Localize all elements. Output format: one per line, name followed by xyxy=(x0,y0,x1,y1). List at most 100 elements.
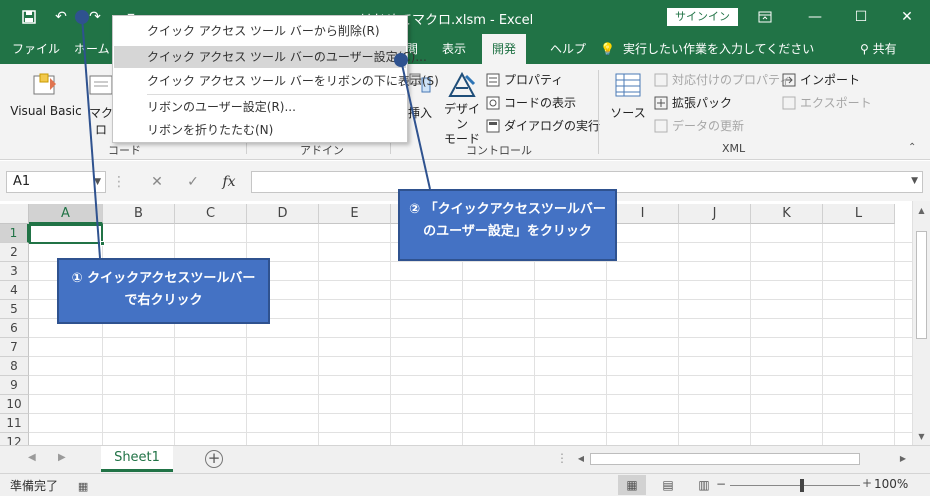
column-header-d[interactable]: D xyxy=(247,204,319,224)
horizontal-scrollbar[interactable]: ◀ ▶ xyxy=(574,451,910,467)
gridline-vertical xyxy=(894,224,895,445)
column-header-c[interactable]: C xyxy=(175,204,247,224)
next-sheet-icon[interactable]: ▶ xyxy=(58,452,66,463)
enter-icon[interactable]: ✓ xyxy=(178,171,208,193)
run-dialog-button[interactable]: ダイアログの実行 xyxy=(486,116,600,136)
zoom-slider[interactable] xyxy=(730,485,860,486)
callout-step2-line2: のユーザー設定」をクリック xyxy=(423,224,592,239)
normal-view-icon[interactable]: ▦ xyxy=(618,475,646,495)
minimize-icon[interactable]: — xyxy=(792,0,838,34)
row-header-4[interactable]: 4 xyxy=(0,281,29,300)
visual-basic-icon xyxy=(30,70,62,100)
save-icon[interactable] xyxy=(18,6,40,28)
map-properties-button[interactable]: 対応付けのプロパティ xyxy=(654,70,791,90)
row-header-9[interactable]: 9 xyxy=(0,376,29,395)
sheet-tab-sheet1[interactable]: Sheet1 xyxy=(101,446,173,472)
menu-item-customize-qat[interactable]: クイック アクセス ツール バーのユーザー設定(C)... xyxy=(114,46,427,68)
select-all-corner[interactable] xyxy=(0,204,29,224)
row-header-10[interactable]: 10 xyxy=(0,395,29,414)
refresh-data-icon xyxy=(654,119,668,133)
add-sheet-icon[interactable]: + xyxy=(205,450,223,468)
view-code-icon xyxy=(486,96,500,110)
column-header-b[interactable]: B xyxy=(103,204,175,224)
zoom-level[interactable]: 100% xyxy=(874,477,908,491)
share-button[interactable]: ⚲ 共有 xyxy=(860,34,897,64)
row-header-12[interactable]: 12 xyxy=(0,433,29,445)
redo-icon[interactable]: ↷ xyxy=(84,6,106,28)
tab-file[interactable]: ファイル xyxy=(2,34,70,64)
tab-help[interactable]: ヘルプ xyxy=(540,34,596,64)
collapse-ribbon-icon[interactable]: ⌃ xyxy=(908,142,916,153)
zoom-in-icon[interactable]: + xyxy=(862,476,872,490)
refresh-data-label: データの更新 xyxy=(672,119,745,133)
horizontal-scroll-thumb[interactable] xyxy=(590,453,860,465)
insert-function-icon[interactable]: fx xyxy=(214,171,244,193)
import-button[interactable]: インポート xyxy=(782,70,860,90)
row-header-3[interactable]: 3 xyxy=(0,262,29,281)
gridline-horizontal xyxy=(29,394,912,395)
row-header-5[interactable]: 5 xyxy=(0,300,29,319)
share-label: 共有 xyxy=(872,42,897,56)
scroll-down-icon[interactable]: ▼ xyxy=(913,429,930,445)
tab-developer[interactable]: 開発 xyxy=(482,34,527,64)
properties-icon xyxy=(486,73,500,87)
menu-item-show-qat-below-ribbon[interactable]: クイック アクセス ツール バーをリボンの下に表示(S) xyxy=(114,70,439,92)
refresh-data-button[interactable]: データの更新 xyxy=(654,116,744,136)
scroll-right-icon[interactable]: ▶ xyxy=(896,451,910,467)
column-header-i[interactable]: I xyxy=(607,204,679,224)
gridline-vertical xyxy=(678,224,679,445)
menu-item-collapse-ribbon[interactable]: リボンを折りたたむ(N) xyxy=(114,119,406,141)
row-header-11[interactable]: 11 xyxy=(0,414,29,433)
maximize-icon[interactable]: ☐ xyxy=(838,0,884,34)
chevron-down-icon[interactable]: ▼ xyxy=(911,176,918,186)
xml-source-button[interactable]: ソース xyxy=(610,70,646,121)
page-layout-view-icon[interactable]: ▤ xyxy=(654,475,682,495)
properties-button[interactable]: プロパティ xyxy=(486,70,563,90)
column-header-l[interactable]: L xyxy=(823,204,895,224)
prev-sheet-icon[interactable]: ◀ xyxy=(28,452,36,463)
menu-item-customize-ribbon[interactable]: リボンのユーザー設定(R)... xyxy=(114,96,406,118)
scroll-up-icon[interactable]: ▲ xyxy=(913,203,930,219)
fill-handle[interactable] xyxy=(100,241,105,246)
row-header-6[interactable]: 6 xyxy=(0,319,29,338)
vertical-scrollbar[interactable]: ▲ ▼ xyxy=(912,201,930,445)
vertical-scroll-thumb[interactable] xyxy=(916,231,927,339)
gridline-horizontal xyxy=(29,356,912,357)
macro-record-icon[interactable]: ▦ xyxy=(78,480,88,493)
column-header-j[interactable]: J xyxy=(679,204,751,224)
column-header-e[interactable]: E xyxy=(319,204,391,224)
ribbon-display-options-icon[interactable] xyxy=(742,0,788,34)
expansion-packs-button[interactable]: 拡張パック xyxy=(654,93,732,113)
active-cell[interactable] xyxy=(29,224,105,246)
close-icon[interactable]: ✕ xyxy=(884,0,930,34)
visual-basic-button[interactable]: Visual Basic xyxy=(10,70,82,118)
chevron-down-icon[interactable]: ▼ xyxy=(94,172,101,192)
undo-icon[interactable]: ↶ xyxy=(50,6,72,28)
tab-view[interactable]: 表示 xyxy=(432,34,476,64)
signin-button[interactable]: サインイン xyxy=(667,8,738,26)
scroll-left-icon[interactable]: ◀ xyxy=(574,451,588,467)
tell-me-search[interactable]: 💡 実行したい作業を入力してください xyxy=(600,34,814,64)
row-header-1[interactable]: 1 xyxy=(0,224,29,243)
properties-label: プロパティ xyxy=(504,73,564,87)
view-code-button[interactable]: コードの表示 xyxy=(486,93,576,113)
page-break-view-icon[interactable]: ▥ xyxy=(690,475,718,495)
callout-step2: ② 「クイックアクセスツールバー のユーザー設定」をクリック xyxy=(398,189,617,261)
menu-separator xyxy=(147,94,405,95)
design-mode-button[interactable]: デザイン モード xyxy=(440,70,484,147)
column-header-a[interactable]: A xyxy=(29,204,103,224)
export-label: エクスポート xyxy=(800,96,872,110)
zoom-slider-knob[interactable] xyxy=(800,479,804,492)
export-button[interactable]: エクスポート xyxy=(782,93,872,113)
name-box[interactable]: A1 ▼ xyxy=(6,171,106,193)
column-header-k[interactable]: K xyxy=(751,204,823,224)
menu-item-remove-from-qat[interactable]: クイック アクセス ツール バーから削除(R) xyxy=(114,20,406,42)
row-header-2[interactable]: 2 xyxy=(0,243,29,262)
row-header-7[interactable]: 7 xyxy=(0,338,29,357)
gridline-vertical xyxy=(822,224,823,445)
cancel-icon[interactable]: ✕ xyxy=(142,171,172,193)
tab-split-handle-icon[interactable]: ⋮ xyxy=(556,451,568,465)
zoom-out-icon[interactable]: − xyxy=(716,477,726,491)
row-header-8[interactable]: 8 xyxy=(0,357,29,376)
expansion-packs-icon xyxy=(654,96,668,110)
